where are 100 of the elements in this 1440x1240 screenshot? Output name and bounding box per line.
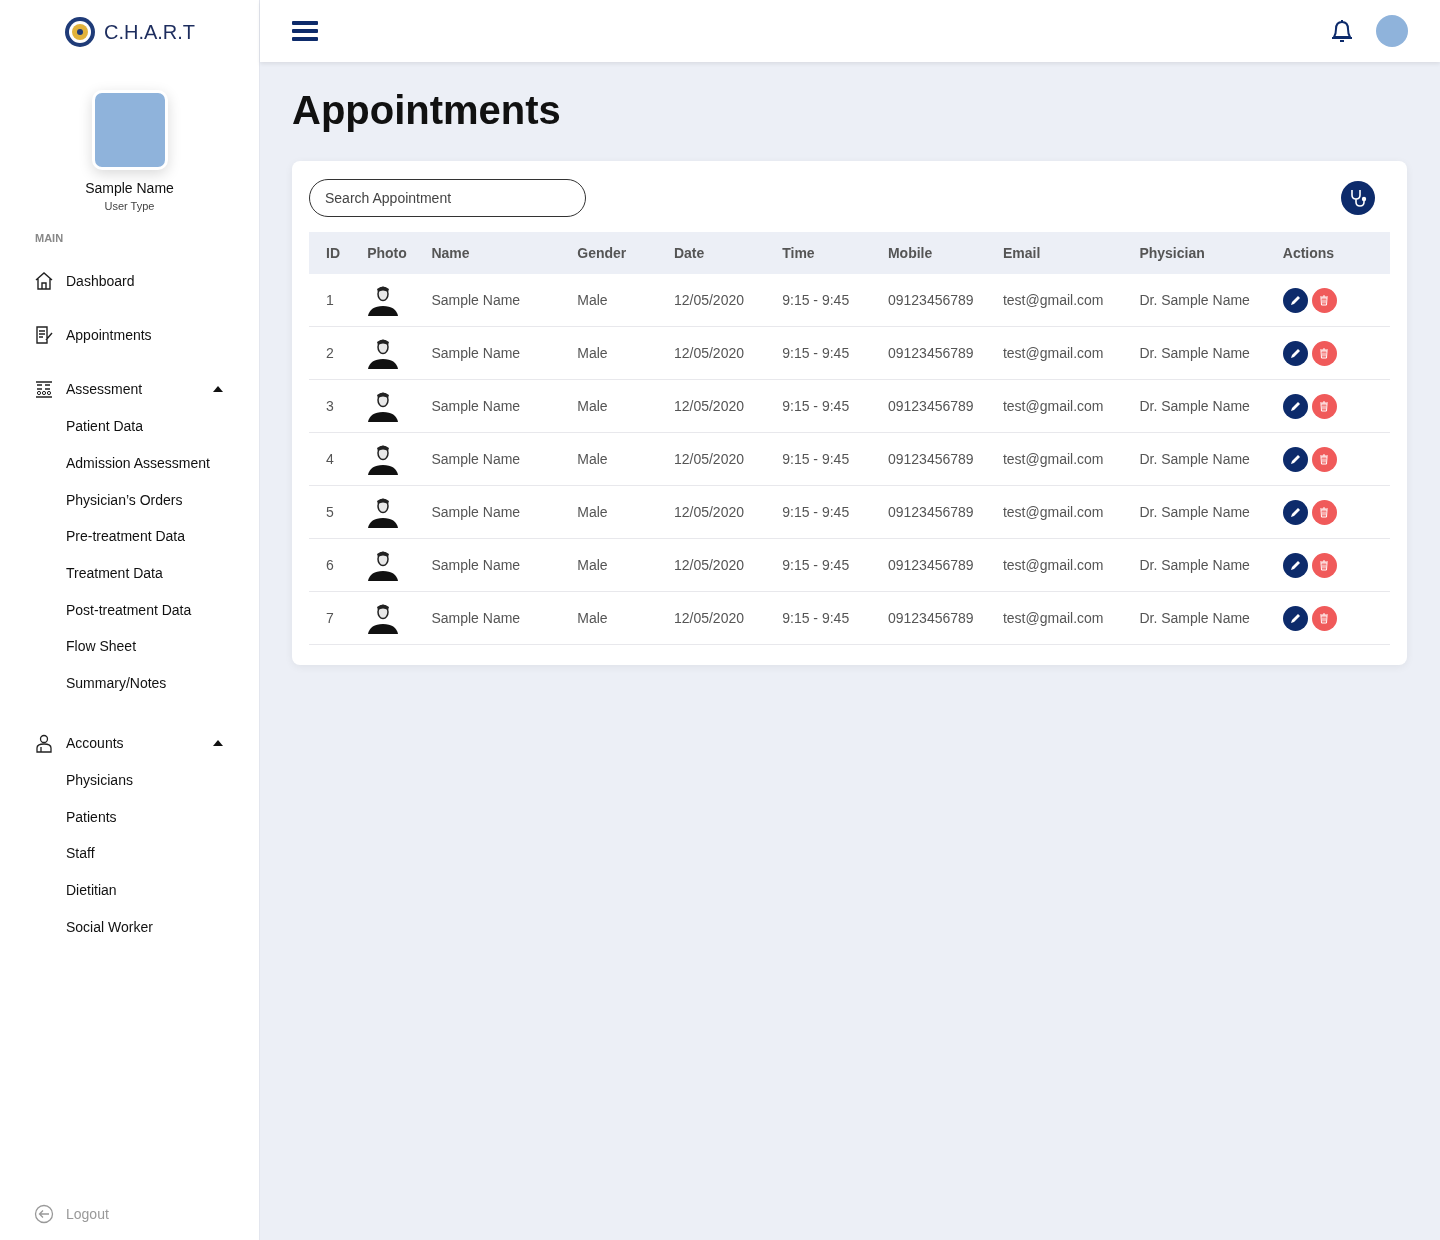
- page-title: Appointments: [292, 88, 562, 133]
- pencil-icon: [1289, 453, 1301, 465]
- bell-icon[interactable]: [1330, 18, 1354, 44]
- edit-button[interactable]: [1282, 287, 1308, 313]
- table-cell: Male: [576, 379, 673, 433]
- table-cell: test@gmail.com: [1001, 591, 1139, 645]
- table-cell: 7: [309, 591, 367, 645]
- table-cell: Sample Name: [430, 274, 577, 327]
- edit-button[interactable]: [1282, 499, 1308, 525]
- table-cell: Sample Name: [430, 432, 577, 486]
- edit-button[interactable]: [1282, 340, 1308, 366]
- column-header: Name: [430, 232, 577, 274]
- table-cell: 9:15 - 9:45: [781, 432, 887, 486]
- nav-subitem[interactable]: Treatment Data: [0, 554, 259, 592]
- nav-subitem[interactable]: Flow Sheet: [0, 628, 259, 665]
- nav-item[interactable]: Appointments: [0, 308, 259, 362]
- table-cell: test@gmail.com: [1001, 432, 1139, 486]
- pencil-icon: [1289, 294, 1301, 306]
- table-cell: Sample Name: [430, 485, 577, 539]
- table-cell: Sample Name: [430, 326, 577, 380]
- avatar-silhouette-icon: [367, 549, 400, 581]
- trash-icon: [1319, 612, 1330, 624]
- table-cell: Male: [576, 432, 673, 486]
- pencil-icon: [1289, 400, 1301, 412]
- edit-button[interactable]: [1282, 552, 1308, 578]
- column-header: Time: [781, 232, 887, 274]
- nav-label: Accounts: [66, 734, 125, 751]
- table-cell: test@gmail.com: [1001, 326, 1139, 380]
- table-cell: 12/05/2020: [672, 379, 782, 433]
- table-cell: 6: [309, 538, 367, 592]
- nav-subitem[interactable]: Staff: [0, 834, 259, 872]
- table-cell: 12/05/2020: [672, 591, 782, 645]
- table-cell: Male: [576, 591, 673, 645]
- edit-button[interactable]: [1282, 446, 1308, 472]
- stethoscope-button[interactable]: [1341, 181, 1375, 215]
- table-cell: 4: [309, 432, 367, 486]
- table-cell: 09123456789: [886, 432, 1002, 486]
- table-cell: Dr. Sample Name: [1138, 326, 1282, 380]
- avatar-silhouette-icon: [367, 337, 400, 369]
- column-header: Mobile: [886, 232, 1002, 274]
- table-cell: Dr. Sample Name: [1138, 485, 1282, 539]
- home-icon: [34, 271, 54, 291]
- table-cell: 09123456789: [886, 591, 1002, 645]
- table-cell: Male: [576, 326, 673, 380]
- column-header: ID: [309, 232, 367, 274]
- brand-name: C.H.A.R.T: [103, 20, 196, 44]
- column-header: Physician: [1138, 232, 1282, 274]
- nav-label: Dashboard: [66, 273, 136, 289]
- nav-subitem[interactable]: Social Worker: [0, 908, 259, 945]
- pencil-icon: [1289, 506, 1301, 518]
- column-header: Email: [1001, 232, 1139, 274]
- user-type: User Type: [103, 200, 156, 212]
- table-cell: test@gmail.com: [1001, 274, 1139, 327]
- caret-icon[interactable]: [213, 386, 223, 392]
- column-header: Photo: [366, 232, 431, 274]
- search-field[interactable]: Search Appointment: [309, 179, 586, 217]
- caret-icon[interactable]: [213, 739, 223, 746]
- trash-icon: [1319, 453, 1330, 465]
- table-cell: Sample Name: [430, 591, 577, 645]
- table-cell: 9:15 - 9:45: [781, 591, 887, 645]
- table-cell: 9:15 - 9:45: [781, 485, 887, 539]
- avatar-silhouette-icon: [367, 602, 400, 634]
- table-cell: test@gmail.com: [1001, 379, 1139, 433]
- column-header: Actions: [1281, 232, 1390, 274]
- table-cell: 1: [309, 274, 367, 327]
- nav-subitem[interactable]: Post-treatment Data: [0, 591, 259, 629]
- nav-subitem[interactable]: Pre-treatment Data: [0, 518, 259, 555]
- table-cell: 09123456789: [886, 379, 1002, 433]
- edit-button[interactable]: [1282, 393, 1308, 419]
- checklist-icon: [34, 379, 54, 399]
- table-cell: 9:15 - 9:45: [781, 538, 887, 592]
- nav-subitem[interactable]: Admission Assessment: [0, 444, 259, 482]
- edit-button[interactable]: [1282, 605, 1308, 631]
- nav-subitem[interactable]: Dietitian: [0, 871, 259, 909]
- avatar-silhouette-icon: [367, 496, 400, 528]
- table-cell: Male: [576, 485, 673, 539]
- table-cell: 12/05/2020: [672, 538, 782, 592]
- nav-item[interactable]: Dashboard: [0, 254, 259, 308]
- table-cell: 5: [309, 485, 367, 539]
- table-cell: Sample Name: [430, 379, 577, 433]
- table-cell: Male: [576, 538, 673, 592]
- table-cell: test@gmail.com: [1001, 538, 1139, 592]
- trash-icon: [1319, 559, 1330, 571]
- table-cell: 2: [309, 326, 367, 380]
- table-cell: Dr. Sample Name: [1138, 538, 1282, 592]
- nav-subitem[interactable]: Summary/Notes: [0, 664, 259, 702]
- table-cell: 9:15 - 9:45: [781, 326, 887, 380]
- table-cell: Dr. Sample Name: [1138, 379, 1282, 433]
- avatar-silhouette-icon: [367, 390, 400, 422]
- avatar-silhouette-icon: [367, 443, 400, 475]
- table-cell: 3: [309, 379, 367, 433]
- pencil-icon: [1289, 559, 1301, 571]
- nav-subitem[interactable]: Physician’s Orders: [0, 481, 259, 519]
- table-cell: Dr. Sample Name: [1138, 432, 1282, 486]
- nav-subitem[interactable]: Patients: [0, 798, 259, 835]
- table-cell: 12/05/2020: [672, 485, 782, 539]
- menu-icon[interactable]: [292, 20, 318, 42]
- logout-icon[interactable]: [34, 1204, 54, 1224]
- table-cell: 09123456789: [886, 326, 1002, 380]
- trash-icon: [1319, 506, 1330, 518]
